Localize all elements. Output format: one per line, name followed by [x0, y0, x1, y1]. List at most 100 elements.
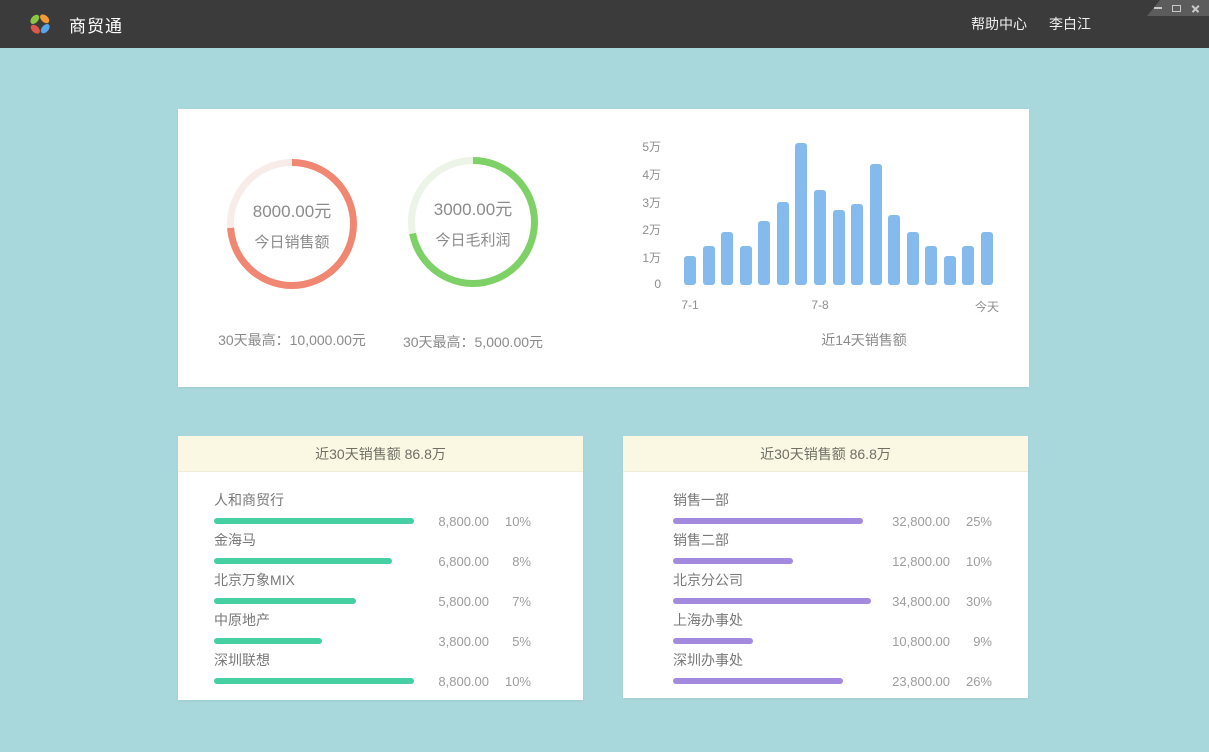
ranking-row-name: 销售二部 — [673, 530, 873, 550]
ranking-row: 北京分公司34,800.0030% — [673, 571, 992, 604]
bar-chart-title: 近14天销售额 — [714, 330, 1014, 350]
ranking-row-value: 3,800.00 — [419, 634, 489, 649]
daily-sales-bar — [795, 143, 807, 285]
ranking-row-bar — [214, 678, 414, 684]
ranking-row-bar — [214, 638, 414, 644]
daily-sales-bar — [777, 202, 789, 285]
department-ranking-title: 近30天销售额 86.8万 — [623, 436, 1028, 472]
department-sales-ranking-card: 近30天销售额 86.8万 销售一部32,800.0025%销售二部12,800… — [623, 436, 1028, 698]
help-center-link[interactable]: 帮助中心 — [971, 14, 1027, 34]
daily-sales-bar — [814, 190, 826, 285]
ranking-row-bar — [673, 518, 873, 524]
ranking-row-percent: 10% — [489, 674, 531, 689]
daily-sales-bar — [925, 246, 937, 285]
today-profit-label: 今日毛利润 — [435, 229, 510, 250]
ranking-row-name: 深圳联想 — [214, 650, 414, 670]
ranking-row-bar — [673, 558, 873, 564]
ranking-row: 上海办事处10,800.009% — [673, 611, 992, 644]
ranking-row-bar — [214, 558, 414, 564]
today-sales-donut: 8000.00元 今日销售额 — [227, 159, 357, 289]
ranking-row: 北京万象MIX5,800.007% — [214, 571, 531, 604]
ranking-row-value: 8,800.00 — [419, 514, 489, 529]
ranking-row-bar — [673, 638, 873, 644]
summary-card: 8000.00元 今日销售额 30天最高：10,000.00元 3000.00元… — [178, 109, 1029, 387]
ranking-row-name: 金海马 — [214, 530, 414, 550]
today-sales-donut-center: 8000.00元 今日销售额 — [234, 166, 350, 282]
ranking-row-percent: 26% — [950, 674, 992, 689]
ranking-row-bar — [214, 518, 414, 524]
daily-sales-bar — [981, 232, 993, 285]
minimize-icon[interactable] — [1154, 7, 1162, 9]
ranking-row: 人和商贸行8,800.0010% — [214, 491, 531, 524]
daily-sales-bar — [907, 232, 919, 285]
ranking-row-bar — [214, 598, 414, 604]
ranking-row-value: 23,800.00 — [880, 674, 950, 689]
daily-sales-bar — [833, 210, 845, 285]
ranking-row-name: 上海办事处 — [673, 610, 873, 630]
ranking-row: 深圳办事处23,800.0026% — [673, 651, 992, 684]
ranking-row-bar — [673, 598, 873, 604]
ranking-row-name: 销售一部 — [673, 490, 873, 510]
ranking-row-percent: 25% — [950, 514, 992, 529]
today-sales-value: 8000.00元 — [253, 197, 331, 222]
ranking-row: 销售一部32,800.0025% — [673, 491, 992, 524]
x-axis-tick: 7-1 — [660, 298, 720, 312]
today-sales-label: 今日销售额 — [254, 231, 329, 252]
app-logo-icon — [27, 11, 53, 37]
ranking-row-name: 深圳办事处 — [673, 650, 873, 670]
bar-chart-y-axis: 5万4万3万2万1万0 — [617, 109, 661, 387]
x-axis-tick: 7-8 — [790, 298, 850, 312]
ranking-row: 金海马6,800.008% — [214, 531, 531, 564]
maximize-icon[interactable] — [1172, 5, 1181, 12]
today-profit-donut: 3000.00元 今日毛利润 — [408, 157, 538, 287]
ranking-row-name: 人和商贸行 — [214, 490, 414, 510]
ranking-row-bar — [673, 678, 873, 684]
daily-sales-bar — [888, 215, 900, 285]
topbar: 商贸通 帮助中心 李白江 — [0, 0, 1209, 48]
daily-sales-bar — [758, 221, 770, 285]
ranking-row-value: 34,800.00 — [880, 594, 950, 609]
customer-ranking-rows: 人和商贸行8,800.0010%金海马6,800.008%北京万象MIX5,80… — [178, 472, 583, 684]
bar-chart-plot — [684, 143, 993, 285]
y-axis-tick: 5万 — [617, 138, 661, 155]
ranking-row-name: 北京分公司 — [673, 570, 873, 590]
y-axis-tick: 0 — [617, 277, 661, 291]
user-name[interactable]: 李白江 — [1049, 14, 1091, 34]
ranking-row-percent: 8% — [489, 554, 531, 569]
customer-ranking-title: 近30天销售额 86.8万 — [178, 436, 583, 472]
daily-sales-bar — [740, 246, 752, 285]
ranking-row-value: 10,800.00 — [880, 634, 950, 649]
daily-sales-bar — [944, 256, 956, 285]
daily-sales-bar — [684, 256, 696, 285]
close-icon[interactable] — [1191, 4, 1200, 13]
ranking-row-percent: 10% — [950, 554, 992, 569]
today-profit-value: 3000.00元 — [434, 195, 512, 220]
ranking-row-percent: 30% — [950, 594, 992, 609]
ranking-row-name: 北京万象MIX — [214, 570, 414, 590]
ranking-row-value: 32,800.00 — [880, 514, 950, 529]
daily-sales-bar — [870, 164, 882, 285]
ranking-row-name: 中原地产 — [214, 610, 414, 630]
department-ranking-rows: 销售一部32,800.0025%销售二部12,800.0010%北京分公司34,… — [623, 472, 1028, 684]
daily-sales-bar — [721, 232, 733, 285]
today-profit-donut-center: 3000.00元 今日毛利润 — [415, 164, 531, 280]
ranking-row: 中原地产3,800.005% — [214, 611, 531, 644]
ranking-row-percent: 9% — [950, 634, 992, 649]
daily-sales-bar — [851, 204, 863, 285]
ranking-row-value: 12,800.00 — [880, 554, 950, 569]
customer-sales-ranking-card: 近30天销售额 86.8万 人和商贸行8,800.0010%金海马6,800.0… — [178, 436, 583, 700]
ranking-row-value: 8,800.00 — [419, 674, 489, 689]
ranking-row-percent: 10% — [489, 514, 531, 529]
ranking-row-value: 5,800.00 — [419, 594, 489, 609]
x-axis-tick: 今天 — [957, 298, 1017, 315]
y-axis-tick: 4万 — [617, 166, 661, 183]
y-axis-tick: 2万 — [617, 221, 661, 238]
ranking-row: 销售二部12,800.0010% — [673, 531, 992, 564]
app-title: 商贸通 — [69, 12, 123, 37]
ranking-row-percent: 5% — [489, 634, 531, 649]
window-controls — [1147, 0, 1209, 16]
daily-sales-bar — [962, 246, 974, 285]
ranking-row: 深圳联想8,800.0010% — [214, 651, 531, 684]
topbar-nav: 帮助中心 李白江 — [971, 0, 1091, 48]
ranking-row-percent: 7% — [489, 594, 531, 609]
